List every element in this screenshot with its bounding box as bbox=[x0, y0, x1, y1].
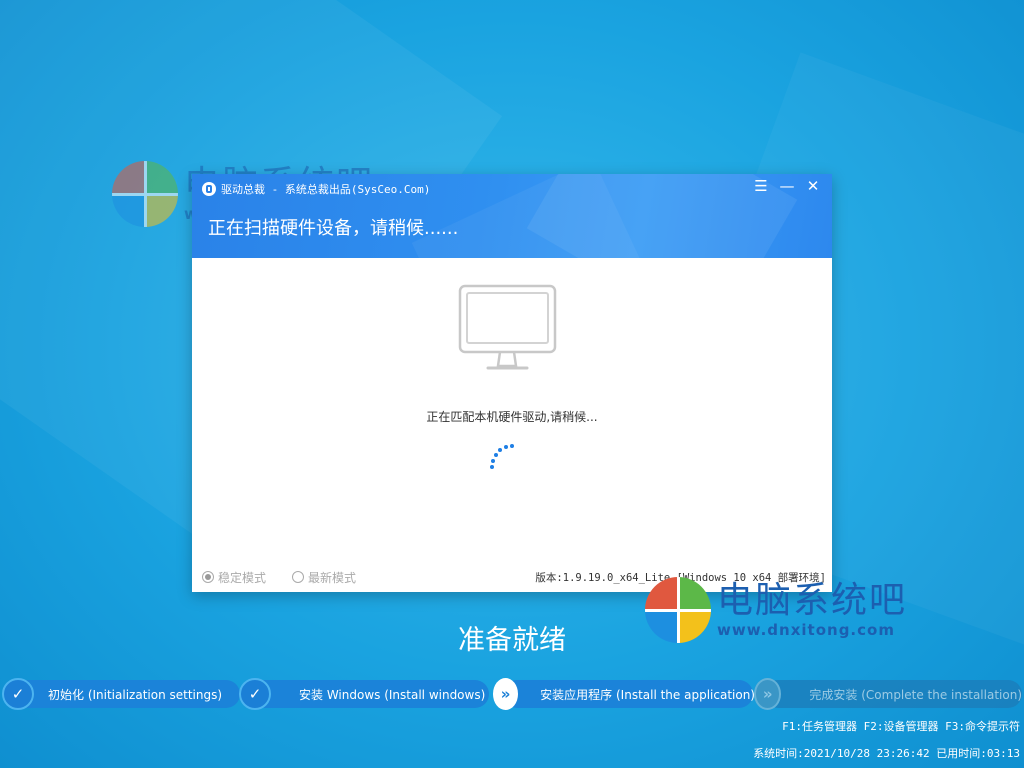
step-label: 安装应用程序 (Install the application) bbox=[540, 687, 755, 702]
mode-stable-label: 稳定模式 bbox=[218, 570, 267, 585]
close-button[interactable]: ✕ bbox=[800, 176, 826, 196]
title-bar[interactable]: 驱动总裁 - 系统总裁出品(SysCeo.Com) bbox=[202, 180, 430, 198]
window-controls: ☰ — ✕ bbox=[748, 176, 826, 196]
step-label: 完成安装 (Complete the installation) bbox=[809, 687, 1022, 702]
step-label: 初始化 (Initialization settings) bbox=[48, 687, 223, 702]
scan-heading: 正在扫描硬件设备，请稍候...... bbox=[208, 218, 459, 239]
hotkey-command-prompt[interactable]: F3:命令提示符 bbox=[945, 720, 1020, 733]
dialog-header: 驱动总裁 - 系统总裁出品(SysCeo.Com) ☰ — ✕ 正在扫描硬件设备… bbox=[192, 174, 832, 258]
matching-status: 正在匹配本机硬件驱动,请稍候... bbox=[426, 410, 598, 424]
windows-logo-icon bbox=[645, 577, 711, 643]
driver-scan-dialog: 驱动总裁 - 系统总裁出品(SysCeo.Com) ☰ — ✕ 正在扫描硬件设备… bbox=[192, 174, 832, 592]
menu-icon[interactable]: ☰ bbox=[748, 176, 774, 196]
windows-logo-icon bbox=[112, 161, 178, 227]
step-install-windows: ✓ 安装 Windows (Install windows) bbox=[239, 676, 491, 712]
app-icon bbox=[202, 182, 216, 196]
check-icon: ✓ bbox=[2, 678, 34, 710]
watermark-title: 电脑系统吧 bbox=[717, 579, 908, 621]
mode-latest-label: 最新模式 bbox=[308, 570, 357, 585]
step-complete-installation: » 完成安装 (Complete the installation) bbox=[754, 676, 1022, 712]
minimize-button[interactable]: — bbox=[774, 176, 800, 196]
radio-unselected-icon bbox=[292, 571, 305, 583]
loading-spinner-icon bbox=[488, 444, 516, 472]
window-title: 驱动总裁 - 系统总裁出品(SysCeo.Com) bbox=[221, 183, 431, 196]
step-initialization: ✓ 初始化 (Initialization settings) bbox=[2, 676, 242, 712]
install-steps: ✓ 初始化 (Initialization settings) ✓ 安装 Win… bbox=[0, 676, 1024, 712]
watermark-url: www.dnxitong.com bbox=[717, 620, 895, 639]
radio-selected-icon bbox=[202, 571, 214, 583]
hotkey-task-manager[interactable]: F1:任务管理器 bbox=[782, 720, 857, 733]
double-chevron-icon: » bbox=[493, 678, 519, 710]
mode-stable-radio[interactable]: 稳定模式 bbox=[202, 569, 266, 586]
step-install-application: » 安装应用程序 (Install the application) bbox=[493, 676, 755, 712]
monitor-icon bbox=[458, 284, 557, 370]
dialog-body: 正在匹配本机硬件驱动,请稍候... 稳定模式 最新模式 版本:1.9.19.0_… bbox=[192, 258, 832, 592]
system-time: 系统时间:2021/10/28 23:26:42 已用时间:03:13 bbox=[753, 747, 1020, 760]
check-icon: ✓ bbox=[239, 678, 271, 710]
hotkey-bar: F1:任务管理器 F2:设备管理器 F3:命令提示符 bbox=[782, 718, 1020, 734]
hotkey-device-manager[interactable]: F2:设备管理器 bbox=[864, 720, 939, 733]
watermark-bottom: 电脑系统吧 www.dnxitong.com bbox=[645, 577, 907, 643]
step-label: 安装 Windows (Install windows) bbox=[299, 687, 486, 702]
mode-latest-radio[interactable]: 最新模式 bbox=[292, 569, 356, 586]
